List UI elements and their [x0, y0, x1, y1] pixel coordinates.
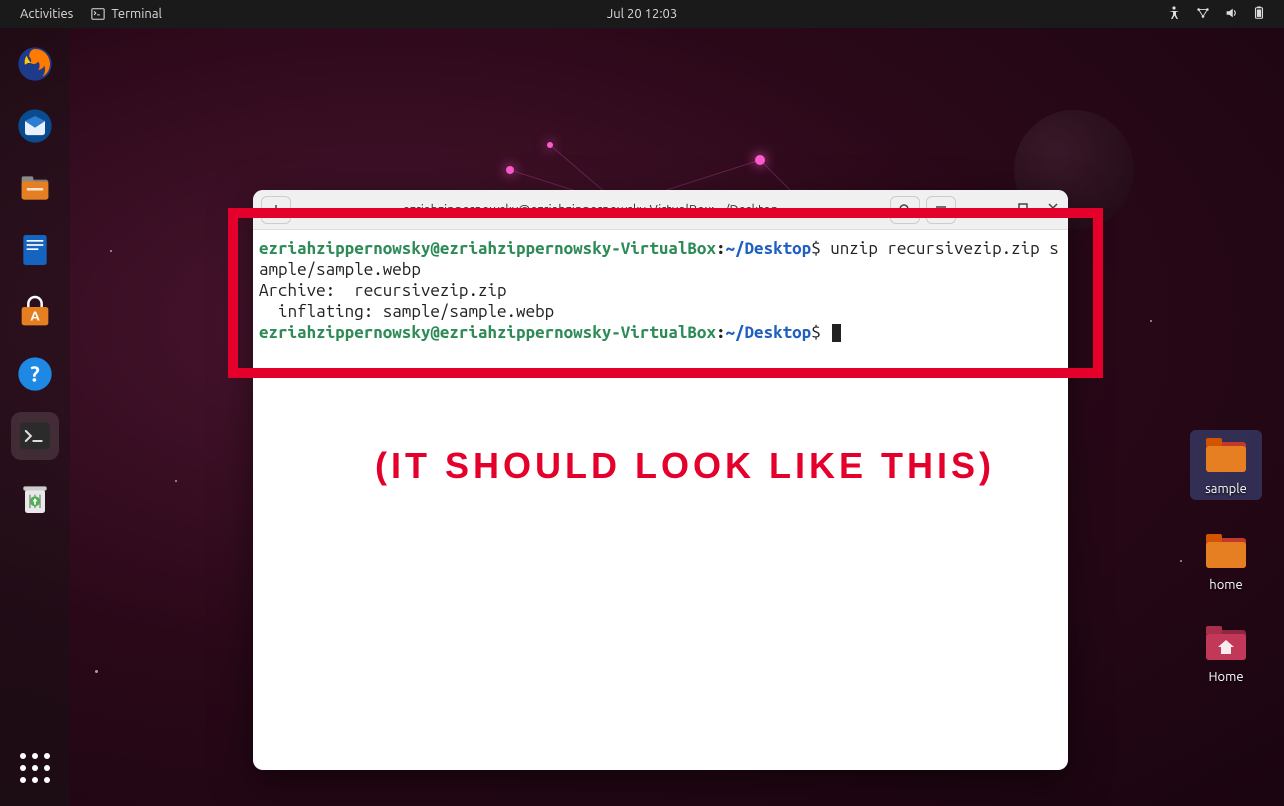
bg-star [175, 480, 177, 482]
window-title: ezriahzippernowsky@ezriahzippernowsky-Vi… [297, 203, 884, 217]
svg-text:A: A [30, 308, 40, 323]
minimize-button[interactable] [986, 201, 1000, 218]
network-icon[interactable] [1196, 6, 1210, 23]
folder-icon [1202, 530, 1250, 574]
battery-icon[interactable] [1252, 6, 1266, 23]
desktop-home[interactable]: Home [1190, 622, 1262, 684]
dock: A ? [0, 28, 70, 806]
desktop-folder-home[interactable]: home [1190, 530, 1262, 592]
folder-icon [1202, 434, 1250, 478]
bg-star [95, 670, 98, 673]
desktop-folder-sample[interactable]: sample [1190, 430, 1262, 500]
new-tab-button[interactable] [261, 196, 291, 224]
window-titlebar[interactable]: ezriahzippernowsky@ezriahzippernowsky-Vi… [253, 190, 1068, 230]
home-folder-icon [1202, 622, 1250, 666]
dock-firefox[interactable] [11, 40, 59, 88]
desktop-icon-label: sample [1205, 482, 1247, 496]
maximize-button[interactable] [1016, 201, 1030, 218]
search-button[interactable] [890, 196, 920, 224]
menu-button[interactable] [926, 196, 956, 224]
desktop-icons: sample home Home [1190, 430, 1262, 684]
desktop-icon-label: Home [1208, 670, 1243, 684]
bg-star [1180, 560, 1182, 562]
dock-thunderbird[interactable] [11, 102, 59, 150]
bg-star [110, 250, 112, 252]
terminal-icon [91, 7, 105, 21]
svg-text:?: ? [30, 363, 40, 387]
volume-icon[interactable] [1224, 6, 1238, 23]
dock-terminal[interactable] [11, 412, 59, 460]
show-applications-button[interactable] [11, 744, 59, 792]
terminal-window: ezriahzippernowsky@ezriahzippernowsky-Vi… [253, 190, 1068, 770]
dock-files[interactable] [11, 164, 59, 212]
bg-star [1150, 320, 1152, 322]
desktop-icon-label: home [1209, 578, 1242, 592]
accessibility-icon[interactable] [1166, 5, 1182, 24]
active-app-label: Terminal [111, 7, 162, 21]
dock-software[interactable]: A [11, 288, 59, 336]
activities-button[interactable]: Activities [20, 7, 73, 21]
top-bar: Activities Terminal Jul 20 12:03 [0, 0, 1284, 28]
close-button[interactable] [1046, 201, 1060, 218]
dock-writer[interactable] [11, 226, 59, 274]
clock[interactable]: Jul 20 12:03 [607, 7, 677, 21]
dock-trash[interactable] [11, 474, 59, 522]
dock-help[interactable]: ? [11, 350, 59, 398]
terminal-body[interactable]: ezriahzippernowsky@ezriahzippernowsky-Vi… [253, 230, 1068, 351]
active-app-indicator[interactable]: Terminal [91, 7, 162, 21]
